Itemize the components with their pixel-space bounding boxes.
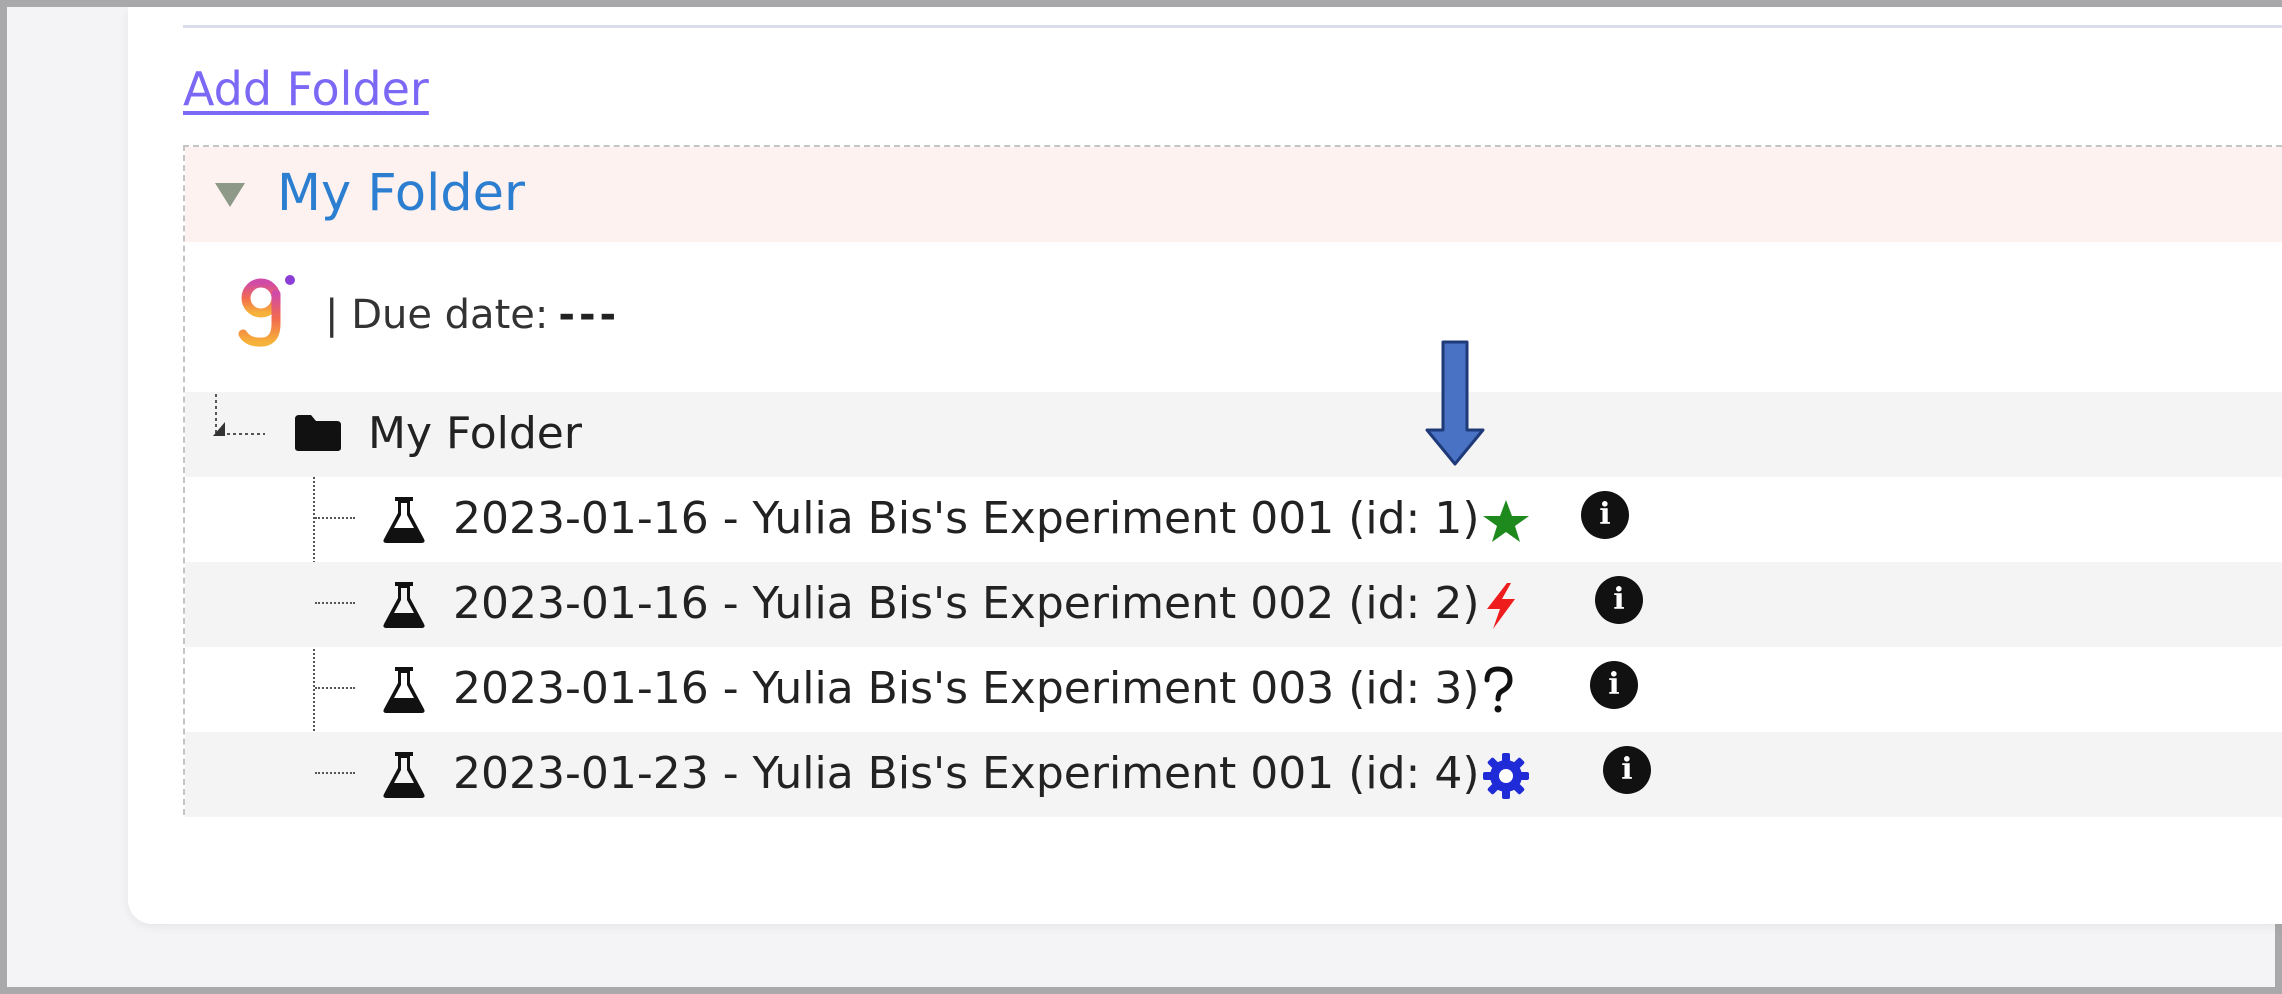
experiment-label[interactable]: 2023-01-16 - Yulia Bis's Experiment 002 …: [453, 578, 1521, 631]
flask-icon: [383, 752, 425, 798]
app-logo-icon: [238, 275, 295, 347]
flask-icon: [383, 667, 425, 713]
tree-branch-line: [315, 772, 355, 774]
flask-icon: [383, 497, 425, 543]
tree-root-label[interactable]: My Folder: [368, 408, 582, 459]
tree-root-row[interactable]: My Folder: [185, 392, 2282, 477]
experiment-label[interactable]: 2023-01-16 - Yulia Bis's Experiment 003 …: [453, 663, 1515, 716]
tree-branch-line: [315, 517, 355, 519]
tree-branch-line: [315, 602, 355, 604]
experiment-title[interactable]: 2023-01-16 - Yulia Bis's Experiment 003 …: [453, 663, 1479, 714]
info-icon[interactable]: i: [1595, 576, 1643, 624]
experiment-row[interactable]: 2023-01-16 - Yulia Bis's Experiment 001 …: [185, 477, 2282, 562]
experiment-row[interactable]: 2023-01-16 - Yulia Bis's Experiment 002 …: [185, 562, 2282, 647]
tree-branch-line: [315, 687, 355, 689]
info-icon[interactable]: i: [1603, 746, 1651, 794]
experiment-row[interactable]: 2023-01-23 - Yulia Bis's Experiment 001 …: [185, 732, 2282, 817]
folder-meta-row: | Due date: ---: [185, 272, 2282, 362]
experiment-title[interactable]: 2023-01-23 - Yulia Bis's Experiment 001 …: [453, 748, 1479, 799]
gear-icon: [1483, 753, 1530, 799]
experiment-title[interactable]: 2023-01-16 - Yulia Bis's Experiment 002 …: [453, 578, 1479, 629]
experiment-label[interactable]: 2023-01-16 - Yulia Bis's Experiment 001 …: [453, 493, 1531, 544]
add-folder-link[interactable]: Add Folder: [183, 62, 429, 116]
tree-connector-icon: [213, 394, 265, 436]
experiment-label[interactable]: 2023-01-23 - Yulia Bis's Experiment 001 …: [453, 748, 1531, 801]
folder-panel: My Folder | Due date: --- My Folder 2023…: [183, 145, 2282, 817]
folder-header[interactable]: My Folder: [185, 147, 2282, 242]
star-icon: [1483, 500, 1530, 542]
divider: [183, 25, 2282, 28]
down-arrow-icon: [1425, 340, 1485, 466]
folder-title[interactable]: My Folder: [277, 164, 525, 223]
due-date-value: ---: [558, 292, 621, 338]
flask-icon: [383, 582, 425, 628]
lightning-icon: [1487, 583, 1516, 629]
folder-icon: [295, 415, 341, 451]
due-date-label: | Due date:: [325, 292, 549, 338]
experiment-row[interactable]: 2023-01-16 - Yulia Bis's Experiment 003 …: [185, 647, 2282, 732]
experiment-title[interactable]: 2023-01-16 - Yulia Bis's Experiment 001 …: [453, 493, 1479, 544]
due-date: | Due date: ---: [325, 292, 620, 338]
collapse-caret-icon[interactable]: [215, 183, 245, 207]
info-icon[interactable]: i: [1590, 661, 1638, 709]
info-icon[interactable]: i: [1581, 491, 1629, 539]
question-icon: [1484, 666, 1513, 713]
